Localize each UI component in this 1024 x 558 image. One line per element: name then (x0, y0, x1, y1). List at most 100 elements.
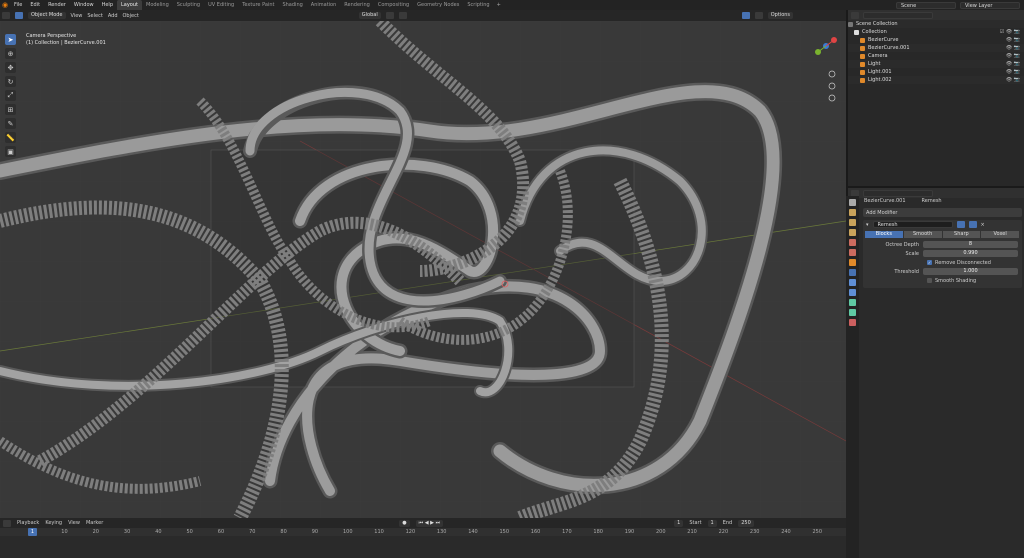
timeline-editor-icon[interactable] (3, 519, 11, 527)
add-workspace-icon[interactable]: + (494, 2, 504, 8)
outliner-item[interactable]: Light.002 👁 📷 (848, 76, 1024, 84)
navigation-gizmo[interactable] (806, 24, 846, 114)
menu-object[interactable]: Object (123, 13, 139, 19)
outliner-search[interactable] (863, 11, 933, 19)
measure-tool-icon[interactable]: 📏 (5, 132, 16, 143)
smooth-shading-row[interactable]: Smooth Shading (863, 276, 1022, 285)
close-icon[interactable]: × (981, 222, 985, 228)
menu-window[interactable]: Window (70, 0, 98, 10)
tab-geometry-nodes[interactable]: Geometry Nodes (413, 0, 463, 10)
mode-selector[interactable]: Object Mode (28, 12, 66, 19)
render-toggle-icon[interactable] (968, 221, 977, 228)
shading-solid-icon[interactable] (741, 12, 750, 19)
remove-disconnected-checkbox[interactable]: ✓ (927, 260, 932, 265)
menu-help[interactable]: Help (98, 0, 117, 10)
visibility-icon[interactable]: ☑ 👁 📷 (1000, 29, 1020, 35)
material-tab-icon[interactable] (849, 319, 856, 326)
menu-timeline-view[interactable]: View (68, 520, 80, 526)
menu-add[interactable]: Add (108, 13, 118, 19)
visibility-icon[interactable]: 👁 📷 (1006, 69, 1020, 75)
start-frame-field[interactable]: 1 (707, 519, 717, 527)
visibility-icon[interactable]: 👁 📷 (1006, 61, 1020, 67)
blender-logo-icon[interactable]: ◉ (0, 0, 10, 10)
scale-field[interactable]: 0.990 (923, 250, 1018, 257)
proportional-edit-icon[interactable] (398, 12, 407, 19)
realtime-toggle-icon[interactable] (956, 221, 965, 228)
current-frame-field[interactable]: 1 (674, 519, 684, 527)
add-modifier-button[interactable]: Add Modifier (863, 208, 1022, 217)
data-tab-icon[interactable] (849, 309, 856, 316)
snap-icon[interactable] (385, 12, 394, 19)
mode-voxel[interactable]: Voxel (981, 231, 1019, 238)
tool-tab-icon[interactable] (849, 199, 856, 206)
view-layer-selector[interactable]: View Layer (960, 1, 1020, 9)
playback-controls[interactable]: ⏮ ◀ ▶ ⏭ (415, 519, 444, 527)
frame-ruler[interactable]: 1102030405060708090100110120130140150160… (0, 528, 846, 536)
expand-chevron-icon[interactable]: ▾ (866, 222, 869, 228)
collection-row[interactable]: Collection ☑ 👁 📷 (848, 28, 1024, 36)
mode-smooth[interactable]: Smooth (903, 231, 942, 238)
menu-edit[interactable]: Edit (26, 0, 44, 10)
threshold-field[interactable]: 1.000 (923, 268, 1018, 275)
modifier-tab-icon[interactable] (849, 269, 856, 276)
transform-tool-icon[interactable]: ⊞ (5, 104, 16, 115)
remove-disconnected-row[interactable]: ✓ Remove Disconnected (863, 258, 1022, 267)
tab-modeling[interactable]: Modeling (142, 0, 173, 10)
tab-scripting[interactable]: Scripting (463, 0, 493, 10)
modifier-name-field[interactable]: Remesh (872, 221, 953, 228)
mode-blocks[interactable]: Blocks (865, 231, 903, 238)
editor-type-icon[interactable] (2, 12, 10, 19)
transform-orientation[interactable]: Global (358, 12, 381, 19)
tab-rendering[interactable]: Rendering (340, 0, 374, 10)
scene-tab-icon[interactable] (849, 239, 856, 246)
tab-compositing[interactable]: Compositing (374, 0, 413, 10)
object-tab-icon[interactable] (849, 259, 856, 266)
tab-layout[interactable]: Layout (117, 0, 142, 10)
view-layer-tab-icon[interactable] (849, 229, 856, 236)
menu-file[interactable]: File (10, 0, 26, 10)
select-tool-icon[interactable]: ➤ (5, 34, 16, 45)
end-frame-field[interactable]: 250 (738, 519, 754, 527)
render-tab-icon[interactable] (849, 209, 856, 216)
options-button[interactable]: Options (767, 12, 794, 19)
menu-view[interactable]: View (71, 13, 83, 19)
tab-uv-editing[interactable]: UV Editing (204, 0, 238, 10)
particles-tab-icon[interactable] (849, 279, 856, 286)
outliner-item[interactable]: Light.001 👁 📷 (848, 68, 1024, 76)
mode-sharp[interactable]: Sharp (942, 231, 981, 238)
cursor-tool-icon[interactable]: ⊕ (5, 48, 16, 59)
3d-viewport[interactable] (0, 21, 846, 518)
visibility-icon[interactable]: 👁 📷 (1006, 37, 1020, 43)
add-cube-tool-icon[interactable]: ▣ (5, 146, 16, 157)
annotate-tool-icon[interactable]: ✎ (5, 118, 16, 129)
menu-keying[interactable]: Keying (45, 520, 62, 526)
visibility-icon[interactable]: 👁 📷 (1006, 53, 1020, 59)
rotate-tool-icon[interactable]: ↻ (5, 76, 16, 87)
constraints-tab-icon[interactable] (849, 299, 856, 306)
smooth-shading-checkbox[interactable] (927, 278, 932, 283)
tab-texture-paint[interactable]: Texture Paint (238, 0, 278, 10)
record-button[interactable]: ● (399, 519, 410, 527)
select-box-icon[interactable] (15, 12, 23, 19)
world-tab-icon[interactable] (849, 249, 856, 256)
visibility-icon[interactable]: 👁 📷 (1006, 77, 1020, 83)
menu-render[interactable]: Render (44, 0, 70, 10)
octree-depth-field[interactable]: 8 (923, 241, 1018, 248)
output-tab-icon[interactable] (849, 219, 856, 226)
shading-material-icon[interactable] (754, 12, 763, 19)
playhead[interactable]: 1 (28, 528, 37, 536)
outliner-item[interactable]: BezierCurve.001 👁 📷 (848, 44, 1024, 52)
scene-selector[interactable]: Scene (896, 1, 956, 9)
outliner-item[interactable]: Light 👁 📷 (848, 60, 1024, 68)
scene-collection-row[interactable]: Scene Collection (848, 20, 1024, 28)
tab-shading[interactable]: Shading (278, 0, 306, 10)
physics-tab-icon[interactable] (849, 289, 856, 296)
visibility-icon[interactable]: 👁 📷 (1006, 45, 1020, 51)
menu-playback[interactable]: Playback (17, 520, 39, 526)
outliner-editor-icon[interactable] (851, 11, 859, 19)
move-tool-icon[interactable]: ✥ (5, 62, 16, 73)
tab-animation[interactable]: Animation (307, 0, 341, 10)
menu-marker[interactable]: Marker (86, 520, 103, 526)
outliner-item[interactable]: Camera 👁 📷 (848, 52, 1024, 60)
scale-tool-icon[interactable]: ⤢ (5, 90, 16, 101)
